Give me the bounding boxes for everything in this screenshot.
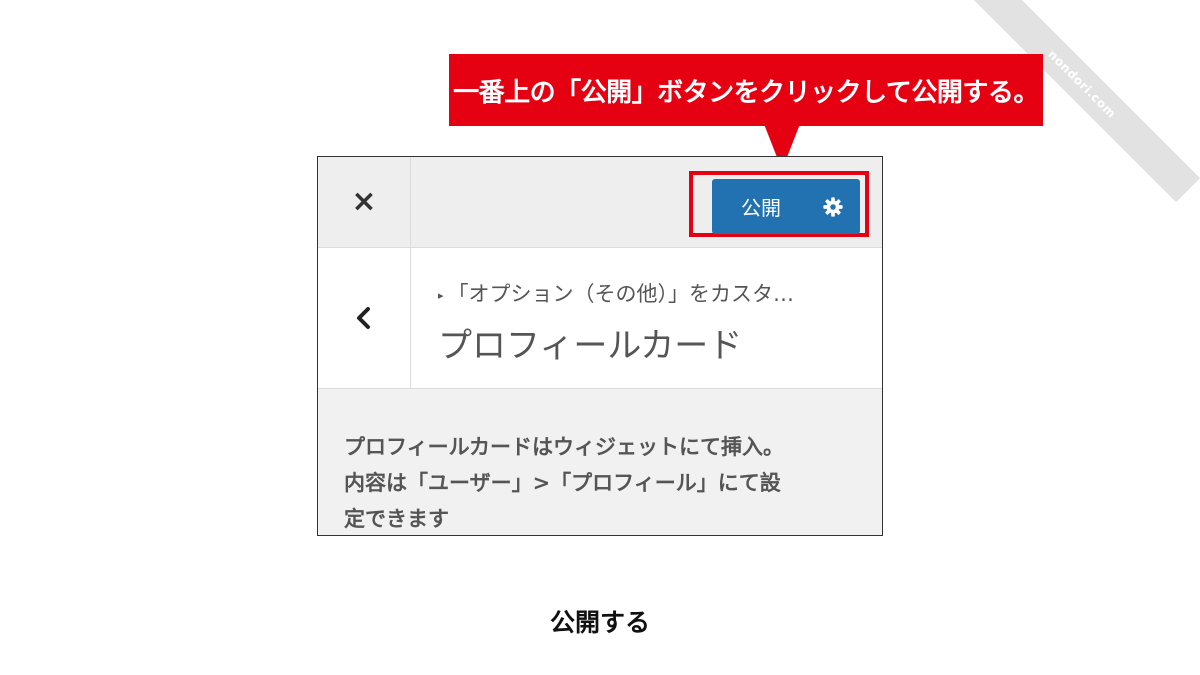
close-icon: × xyxy=(351,184,377,219)
customizer-toolbar: × 公開 xyxy=(318,157,882,248)
section-header: ▸ 「オプション（その他）」をカスタ… プロフィールカード xyxy=(318,248,882,389)
section-title: プロフィールカード xyxy=(438,326,743,366)
instruction-callout: 一番上の「公開」ボタンをクリックして公開する。 xyxy=(449,54,1043,126)
customizer-panel: × 公開 ▸ 「オプション（その他）」をカスタ… プロフィールカード プロフィー… xyxy=(317,156,883,536)
description-line: 内容は「ユーザー」>「プロフィール」にて設 xyxy=(344,471,781,495)
back-button[interactable] xyxy=(318,248,411,388)
chevron-left-icon xyxy=(357,307,370,329)
description-line: 定できます xyxy=(344,507,449,531)
publish-button-group: 公開 xyxy=(712,179,860,234)
breadcrumb-text: 「オプション（その他）」をカスタ… xyxy=(447,282,795,306)
gear-icon xyxy=(823,196,843,217)
breadcrumb-arrow-icon: ▸ xyxy=(438,288,444,302)
breadcrumb: ▸ 「オプション（その他）」をカスタ… xyxy=(438,278,794,308)
description-line: プロフィールカードはウィジェットにて挿入。 xyxy=(344,435,784,459)
section-description: プロフィールカードはウィジェットにて挿入。 内容は「ユーザー」>「プロフィール」… xyxy=(344,429,864,535)
caption: 公開する xyxy=(549,608,650,637)
watermark-text: nondori.com xyxy=(1045,47,1119,121)
close-button[interactable]: × xyxy=(318,157,411,247)
publish-button[interactable]: 公開 xyxy=(712,179,806,234)
publish-settings-button[interactable] xyxy=(806,179,860,234)
callout-text: 一番上の「公開」ボタンをクリックして公開する。 xyxy=(453,77,1039,108)
